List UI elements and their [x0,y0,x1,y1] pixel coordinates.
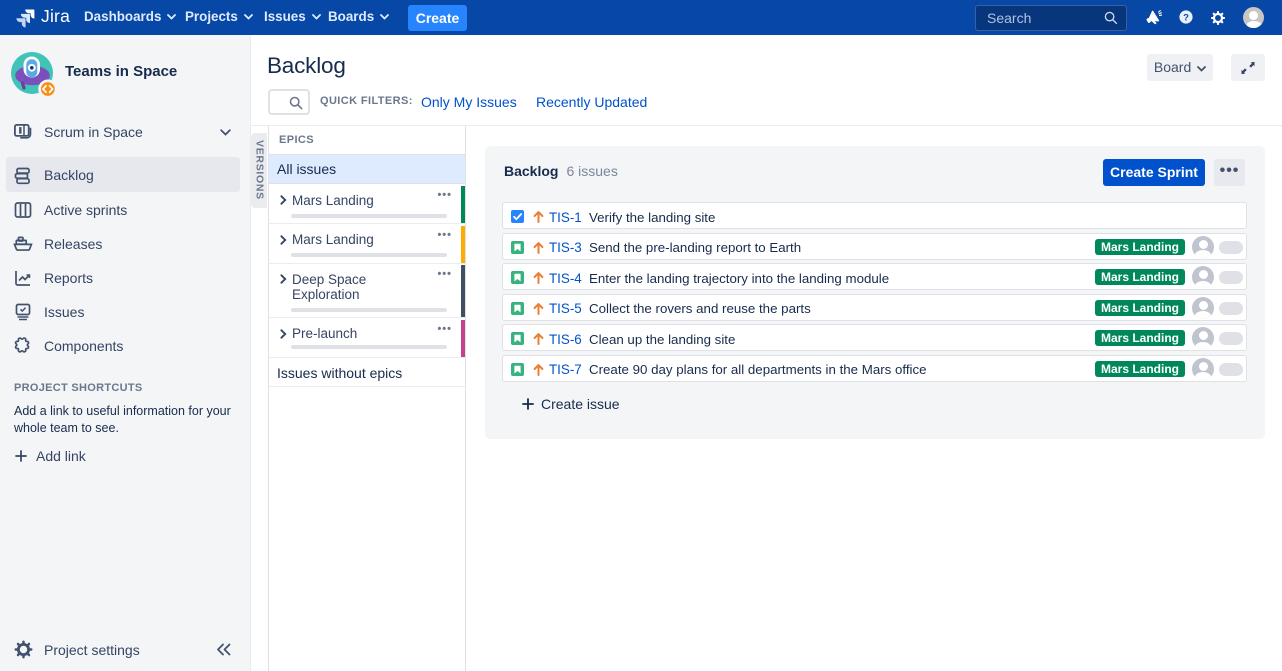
svg-text:?: ? [1183,13,1189,24]
